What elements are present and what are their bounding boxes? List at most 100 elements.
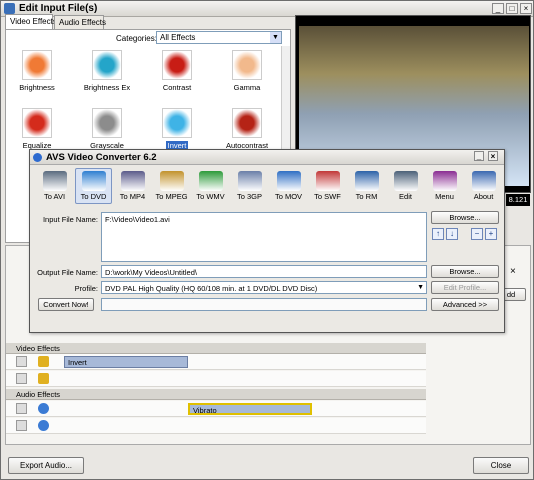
- effect-label: Gamma: [233, 83, 261, 92]
- maple-leaf-icon: [232, 108, 262, 138]
- effect-equalize[interactable]: Equalize: [8, 108, 66, 150]
- remove-file-button[interactable]: −: [471, 228, 483, 240]
- row-toggle-icon[interactable]: [16, 373, 27, 384]
- to-swf-icon: [315, 171, 340, 191]
- tool-label: To RM: [355, 192, 378, 201]
- close-button[interactable]: Close: [473, 457, 529, 474]
- categories-label: Categories:: [116, 34, 157, 43]
- video-effect-icon: [38, 373, 49, 384]
- effect-grayscale[interactable]: Grayscale: [78, 108, 136, 150]
- maple-leaf-icon: [92, 108, 122, 138]
- profile-value: DVD PAL High Quality (HQ 60/108 min. at …: [105, 284, 318, 293]
- tab-video-effects[interactable]: Video Effects: [5, 14, 57, 29]
- tool-label: To MPEG: [155, 192, 188, 201]
- effect-label: Brightness: [19, 83, 55, 92]
- tool-to-wmv-button[interactable]: To WMV: [192, 168, 229, 204]
- avs-app-icon: [33, 153, 42, 162]
- video-effects-row-1: Invert: [6, 354, 426, 370]
- categories-value: All Effects: [160, 33, 196, 42]
- input-file-label: Input File Name:: [42, 215, 98, 224]
- video-effect-icon: [38, 356, 49, 367]
- input-file-list[interactable]: F:\Video\Video1.avi: [101, 212, 427, 262]
- tab-audio-effects[interactable]: Audio Effects: [54, 15, 106, 29]
- to-rm-icon: [354, 171, 379, 191]
- row-toggle-icon[interactable]: [16, 403, 27, 414]
- audio-effects-section: Audio Effects: [6, 389, 426, 400]
- tool-label: Edit: [399, 192, 412, 201]
- tool-to-dvd-button[interactable]: To DVD: [75, 168, 112, 204]
- tool-label: To AVI: [43, 192, 66, 201]
- effect-label: Brightness Ex: [83, 83, 131, 92]
- tool-to-mpeg-button[interactable]: To MPEG: [153, 168, 190, 204]
- avs-title: AVS Video Converter 6.2: [46, 152, 157, 163]
- about-icon: [471, 171, 496, 191]
- to-dvd-icon: [81, 171, 106, 191]
- tool-menu-button[interactable]: Menu: [426, 168, 463, 204]
- tool-to-3gp-button[interactable]: To 3GP: [231, 168, 268, 204]
- browse-output-button[interactable]: Browse...: [431, 265, 499, 278]
- tool-to-avi-button[interactable]: To AVI: [36, 168, 73, 204]
- video-effect-clip[interactable]: Invert: [64, 356, 188, 368]
- add-file-button[interactable]: +: [485, 228, 497, 240]
- effect-contrast[interactable]: Contrast: [148, 50, 206, 92]
- close-icon[interactable]: ×: [510, 266, 522, 278]
- export-audio-button[interactable]: Export Audio...: [8, 457, 84, 474]
- app-icon: [4, 3, 15, 14]
- conversion-progress: [101, 298, 427, 311]
- maple-leaf-icon: [22, 108, 52, 138]
- effect-autocontrast[interactable]: Autocontrast: [218, 108, 276, 150]
- tool-to-mp4-button[interactable]: To MP4: [114, 168, 151, 204]
- advanced-button[interactable]: Advanced >>: [431, 298, 499, 311]
- output-file-field[interactable]: D:\work\My Videos\Untitled\: [101, 265, 427, 278]
- effect-brightness[interactable]: Brightness: [8, 50, 66, 92]
- close-window-button[interactable]: ×: [520, 3, 532, 14]
- edit-profile-button[interactable]: Edit Profile...: [431, 281, 499, 294]
- audio-effect-clip[interactable]: Vibrato: [188, 403, 312, 415]
- avs-titlebar: AVS Video Converter 6.2 _ ×: [30, 150, 504, 165]
- audio-effect-icon: [38, 420, 49, 431]
- tool-to-rm-button[interactable]: To RM: [348, 168, 385, 204]
- tool-edit-button[interactable]: Edit: [387, 168, 424, 204]
- avs-minimize-button[interactable]: _: [474, 151, 484, 161]
- maple-leaf-icon: [232, 50, 262, 80]
- maple-leaf-icon: [92, 50, 122, 80]
- browse-input-button[interactable]: Browse...: [431, 211, 499, 224]
- minimize-button[interactable]: _: [492, 3, 504, 14]
- to-mpeg-icon: [159, 171, 184, 191]
- tool-label: About: [473, 192, 494, 201]
- convert-now-button[interactable]: Convert Now!: [38, 298, 94, 311]
- tool-about-button[interactable]: About: [465, 168, 502, 204]
- menu-icon: [432, 171, 457, 191]
- tool-label: To MOV: [274, 192, 303, 201]
- to-mov-icon: [276, 171, 301, 191]
- timecode-display: 8.121: [506, 194, 530, 206]
- effect-label: Contrast: [162, 83, 192, 92]
- profile-select[interactable]: DVD PAL High Quality (HQ 60/108 min. at …: [101, 281, 427, 294]
- tool-label: To MP4: [119, 192, 146, 201]
- window-title: Edit Input File(s): [19, 3, 98, 14]
- tool-to-swf-button[interactable]: To SWF: [309, 168, 346, 204]
- video-effects-section: Video Effects: [6, 343, 426, 354]
- effect-brightness-ex[interactable]: Brightness Ex: [78, 50, 136, 92]
- row-toggle-icon[interactable]: [16, 356, 27, 367]
- categories-select[interactable]: All Effects ▼: [156, 31, 282, 44]
- avs-close-button[interactable]: ×: [488, 151, 498, 161]
- edit-icon: [393, 171, 418, 191]
- tool-to-mov-button[interactable]: To MOV: [270, 168, 307, 204]
- move-up-button[interactable]: ↑: [432, 228, 444, 240]
- effect-gamma[interactable]: Gamma: [218, 50, 276, 92]
- audio-effects-row-1: Vibrato: [6, 401, 426, 417]
- maximize-button[interactable]: □: [506, 3, 518, 14]
- maple-leaf-icon: [162, 50, 192, 80]
- row-toggle-icon[interactable]: [16, 420, 27, 431]
- effect-invert[interactable]: Invert: [148, 108, 206, 150]
- chevron-down-icon: ▼: [417, 284, 424, 291]
- tool-label: To DVD: [80, 192, 107, 201]
- profile-label: Profile:: [74, 284, 98, 293]
- tool-label: To 3GP: [236, 192, 262, 201]
- avs-converter-dialog: AVS Video Converter 6.2 _ × To AVI To DVD…: [29, 149, 505, 333]
- tool-label: To WMV: [196, 192, 225, 201]
- move-down-button[interactable]: ↓: [446, 228, 458, 240]
- to-mp4-icon: [120, 171, 145, 191]
- maple-leaf-icon: [22, 50, 52, 80]
